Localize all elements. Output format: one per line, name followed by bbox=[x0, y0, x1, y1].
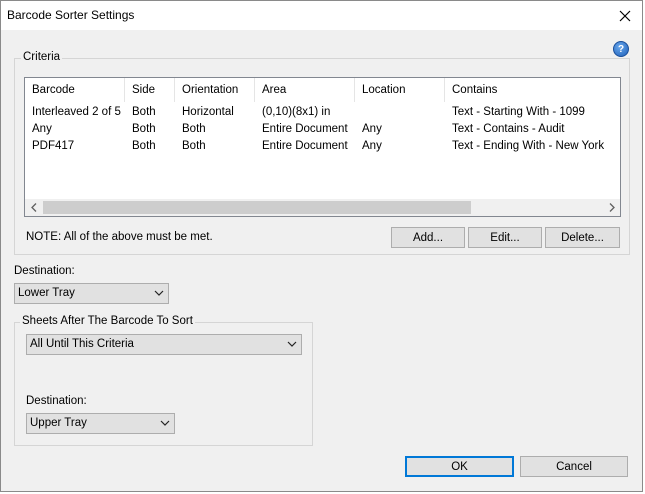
scroll-left-button[interactable] bbox=[25, 199, 42, 216]
cell-contains: Text - Ending With - New York bbox=[452, 140, 605, 152]
dialog-window: Barcode Sorter Settings ? Criteria Barco… bbox=[0, 0, 643, 492]
criteria-group-label: Criteria bbox=[21, 51, 63, 63]
chevron-down-icon bbox=[287, 341, 297, 347]
cell-location: Any bbox=[362, 123, 382, 135]
delete-button[interactable]: Delete... bbox=[545, 227, 620, 248]
sheets-destination-label: Destination: bbox=[26, 395, 87, 407]
destination-select[interactable]: Lower Tray bbox=[14, 283, 169, 304]
destination-select-value: Lower Tray bbox=[18, 287, 75, 299]
table-row[interactable]: PDF417 Both Both Entire Document Any Tex… bbox=[25, 138, 620, 155]
chevron-right-icon bbox=[609, 203, 615, 212]
cell-area: (0,10)(8x1) in bbox=[262, 106, 331, 118]
chevron-down-icon bbox=[154, 290, 164, 296]
column-header-location[interactable]: Location bbox=[355, 78, 445, 102]
cell-side: Both bbox=[132, 123, 156, 135]
sheets-destination-select[interactable]: Upper Tray bbox=[26, 413, 175, 434]
cell-barcode: PDF417 bbox=[32, 140, 75, 152]
window-title: Barcode Sorter Settings bbox=[7, 8, 135, 22]
cell-barcode: Any bbox=[32, 123, 52, 135]
horizontal-scrollbar[interactable] bbox=[25, 199, 620, 216]
cell-side: Both bbox=[132, 140, 156, 152]
sheets-select[interactable]: All Until This Criteria bbox=[26, 334, 302, 355]
sheets-select-value: All Until This Criteria bbox=[30, 338, 134, 350]
criteria-list-header: Barcode Side Orientation Area Location C… bbox=[25, 78, 620, 102]
table-row[interactable]: Interleaved 2 of 5 Both Horizontal (0,10… bbox=[25, 104, 620, 121]
close-icon bbox=[619, 10, 631, 21]
column-header-contains[interactable]: Contains bbox=[445, 78, 620, 102]
sheets-group: Sheets After The Barcode To Sort All Unt… bbox=[14, 315, 313, 446]
add-button[interactable]: Add... bbox=[391, 227, 465, 248]
ok-button[interactable]: OK bbox=[405, 456, 514, 477]
destination-label: Destination: bbox=[14, 265, 75, 277]
criteria-note: NOTE: All of the above must be met. bbox=[26, 231, 213, 243]
scroll-right-button[interactable] bbox=[603, 199, 620, 216]
edit-button[interactable]: Edit... bbox=[468, 227, 542, 248]
cell-area: Entire Document bbox=[262, 123, 348, 135]
cell-contains: Text - Contains - Audit bbox=[452, 123, 565, 135]
chevron-down-icon bbox=[160, 420, 170, 426]
cell-area: Entire Document bbox=[262, 140, 348, 152]
cell-side: Both bbox=[132, 106, 156, 118]
cell-orientation: Both bbox=[182, 140, 206, 152]
criteria-group: Criteria Barcode Side Orientation Area L… bbox=[14, 51, 630, 255]
title-bar: Barcode Sorter Settings bbox=[1, 1, 642, 30]
cell-barcode: Interleaved 2 of 5 bbox=[32, 106, 121, 118]
cell-orientation: Both bbox=[182, 123, 206, 135]
table-row[interactable]: Any Both Both Entire Document Any Text -… bbox=[25, 121, 620, 138]
chevron-left-icon bbox=[30, 203, 36, 212]
close-button[interactable] bbox=[608, 1, 642, 30]
column-header-barcode[interactable]: Barcode bbox=[25, 78, 125, 102]
cell-location: Any bbox=[362, 140, 382, 152]
criteria-list[interactable]: Barcode Side Orientation Area Location C… bbox=[24, 77, 621, 217]
column-header-area[interactable]: Area bbox=[255, 78, 355, 102]
cell-location bbox=[355, 104, 445, 121]
sheets-group-label: Sheets After The Barcode To Sort bbox=[20, 315, 195, 327]
cell-contains: Text - Starting With - 1099 bbox=[452, 106, 585, 118]
column-header-orientation[interactable]: Orientation bbox=[175, 78, 255, 102]
cancel-button[interactable]: Cancel bbox=[520, 456, 628, 477]
scrollbar-thumb[interactable] bbox=[43, 201, 471, 214]
sheets-destination-select-value: Upper Tray bbox=[30, 417, 87, 429]
help-icon[interactable]: ? bbox=[613, 41, 629, 57]
column-header-side[interactable]: Side bbox=[125, 78, 175, 102]
cell-orientation: Horizontal bbox=[182, 106, 234, 118]
